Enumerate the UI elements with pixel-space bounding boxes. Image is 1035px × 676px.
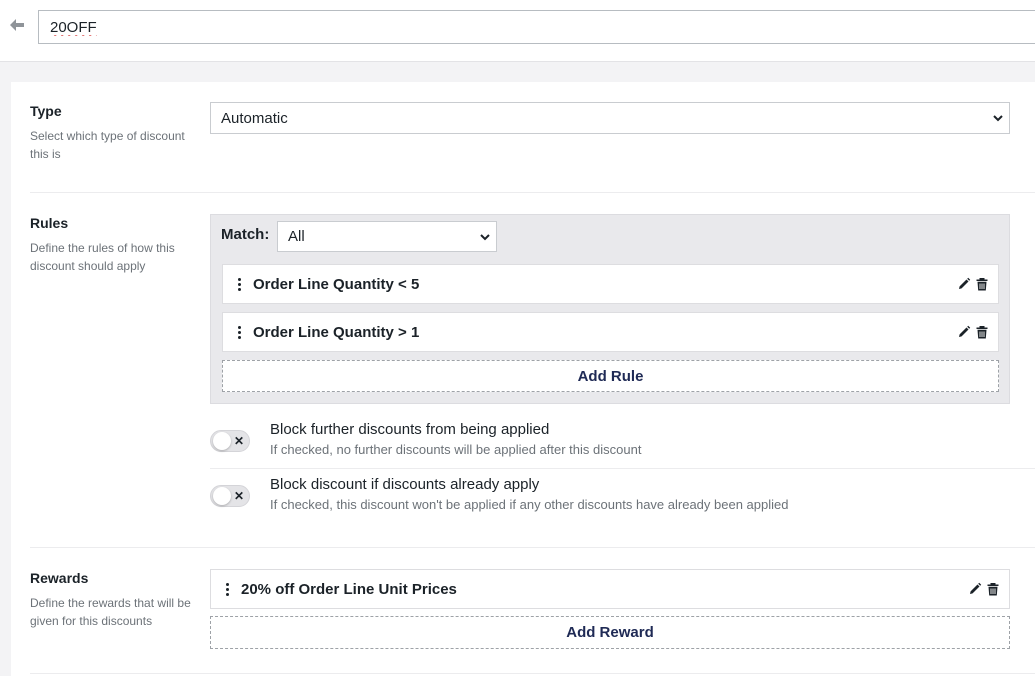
chevron-down-icon: [993, 115, 1003, 122]
header-bar: [0, 0, 1035, 62]
rule-label: Order Line Quantity > 1: [253, 323, 420, 341]
rules-container: Match: All Order Line Quantity < 5 Order…: [210, 214, 1010, 404]
section-divider: [30, 192, 1035, 193]
close-icon: ✕: [233, 434, 245, 448]
type-label-group: Type Select which type of discount this …: [30, 102, 200, 163]
block-further-discounts-setting: ✕ Block further discounts from being app…: [210, 421, 1010, 461]
add-rule-button[interactable]: Add Rule: [222, 360, 999, 392]
toggle-title: Block further discounts from being appli…: [270, 421, 550, 438]
add-reward-button[interactable]: Add Reward: [210, 616, 1010, 649]
toggle-description: If checked, no further discounts will be…: [270, 442, 642, 457]
rules-title: Rules: [30, 215, 69, 231]
rewards-description: Define the rewards that will be given fo…: [30, 596, 191, 628]
block-if-discounts-apply-setting: ✕ Block discount if discounts already ap…: [210, 476, 1010, 516]
arrow-left-icon[interactable]: [8, 17, 26, 33]
drag-handle-icon[interactable]: [227, 277, 251, 291]
rule-label: Order Line Quantity < 5: [253, 275, 420, 293]
type-select[interactable]: Automatic: [210, 102, 1010, 134]
reward-label: 20% off Order Line Unit Prices: [241, 580, 457, 598]
section-divider: [30, 547, 1035, 548]
rules-label-group: Rules Define the rules of how this disco…: [30, 214, 200, 275]
pencil-icon[interactable]: [957, 277, 971, 291]
rewards-label-group: Rewards Define the rewards that will be …: [30, 569, 200, 630]
chevron-down-icon: [480, 233, 490, 240]
discount-name-input[interactable]: [38, 10, 1035, 44]
pencil-icon[interactable]: [968, 582, 982, 596]
type-select-value: Automatic: [221, 109, 288, 127]
type-title: Type: [30, 103, 62, 119]
pencil-icon[interactable]: [957, 325, 971, 339]
trash-icon[interactable]: [986, 582, 1000, 596]
rule-row[interactable]: Order Line Quantity < 5: [222, 264, 999, 304]
match-label: Match:: [221, 226, 270, 243]
rule-row[interactable]: Order Line Quantity > 1: [222, 312, 999, 352]
rules-description: Define the rules of how this discount sh…: [30, 241, 175, 273]
toggle-knob: [213, 487, 231, 505]
block-further-discounts-toggle[interactable]: ✕: [210, 430, 250, 452]
toggle-knob: [213, 432, 231, 450]
match-select[interactable]: All: [277, 221, 497, 252]
drag-handle-icon[interactable]: [215, 582, 239, 596]
toggle-divider: [210, 468, 1035, 469]
section-divider: [30, 673, 1035, 674]
drag-handle-icon[interactable]: [227, 325, 251, 339]
trash-icon[interactable]: [975, 325, 989, 339]
match-select-value: All: [288, 228, 305, 245]
block-if-discounts-apply-toggle[interactable]: ✕: [210, 485, 250, 507]
reward-row[interactable]: 20% off Order Line Unit Prices: [210, 569, 1010, 609]
trash-icon[interactable]: [975, 277, 989, 291]
close-icon: ✕: [233, 489, 245, 503]
rewards-title: Rewards: [30, 570, 89, 586]
toggle-title: Block discount if discounts already appl…: [270, 476, 540, 493]
type-description: Select which type of discount this is: [30, 129, 185, 161]
toggle-description: If checked, this discount won't be appli…: [270, 497, 789, 512]
